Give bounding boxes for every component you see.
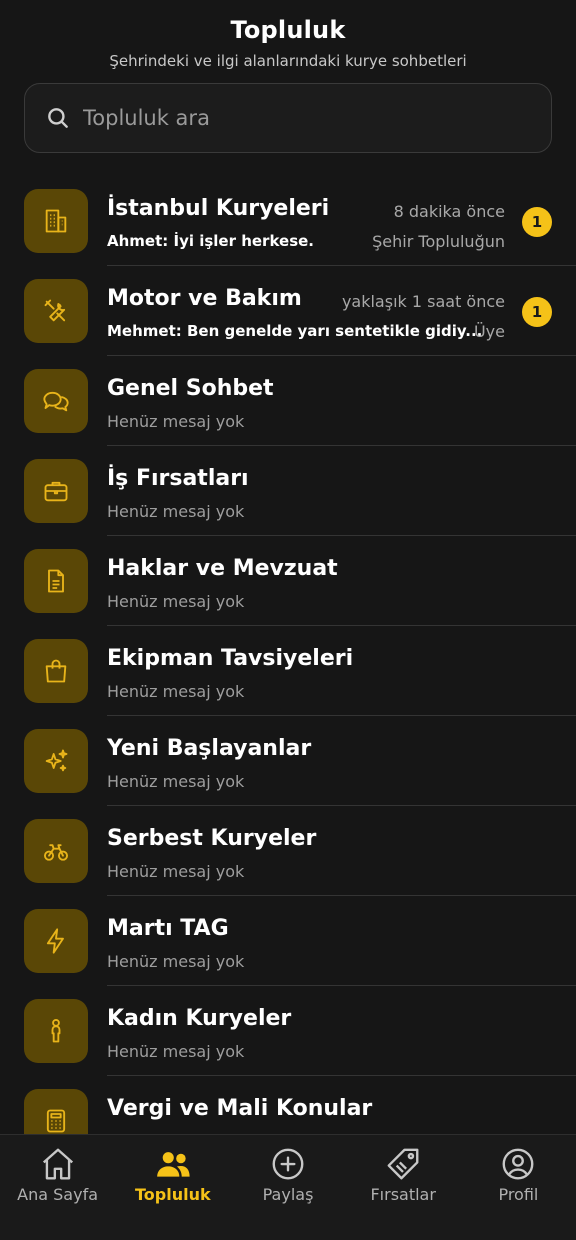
community-row[interactable]: Yeni Başlayanlar Henüz mesaj yok xyxy=(0,716,576,806)
community-row[interactable]: Martı TAG Henüz mesaj yok xyxy=(0,896,576,986)
bicycle-icon xyxy=(43,844,69,861)
profile-icon xyxy=(502,1148,534,1180)
community-avatar xyxy=(24,189,88,253)
document-icon xyxy=(48,569,64,593)
community-name: Kadın Kuryeler xyxy=(107,1006,292,1031)
community-avatar xyxy=(24,639,88,703)
last-message: Henüz mesaj yok xyxy=(107,502,245,521)
last-message: Henüz mesaj yok xyxy=(107,682,245,701)
community-avatar xyxy=(24,729,88,793)
last-message: Mehmet: Ben genelde yarı sentetikle gidi… xyxy=(107,322,483,340)
last-message: Henüz mesaj yok xyxy=(107,412,245,431)
community-name: Vergi ve Mali Konular xyxy=(107,1096,373,1121)
tab-label: Ana Sayfa xyxy=(17,1185,99,1204)
tab-label: Paylaş xyxy=(262,1185,314,1204)
community-avatar xyxy=(24,459,88,523)
sparkles-icon xyxy=(45,749,68,772)
community-name: İstanbul Kuryeleri xyxy=(107,196,330,221)
last-message: Henüz mesaj yok xyxy=(107,592,245,611)
last-message: Ahmet: İyi işler herkese. xyxy=(107,232,315,250)
tab-home[interactable]: Ana Sayfa xyxy=(0,1135,115,1240)
community-row[interactable]: İstanbul Kuryeleri Ahmet: İyi işler herk… xyxy=(0,176,576,266)
community-avatar xyxy=(24,549,88,613)
calculator-icon xyxy=(46,1109,66,1133)
page-title: Topluluk xyxy=(230,16,346,44)
community-avatar xyxy=(24,279,88,343)
community-name: Genel Sohbet xyxy=(107,376,274,401)
plus-circle-icon xyxy=(272,1148,304,1180)
community-name: İş Fırsatları xyxy=(107,466,249,491)
search-icon xyxy=(48,108,68,128)
membership-tag: Üye xyxy=(473,322,505,341)
community-row[interactable]: Motor ve Bakım Mehmet: Ben genelde yarı … xyxy=(0,266,576,356)
community-name: Serbest Kuryeler xyxy=(107,826,317,851)
header: Topluluk Şehrindeki ve ilgi alanlarındak… xyxy=(0,0,576,80)
community-avatar xyxy=(24,369,88,433)
community-avatar xyxy=(24,1089,88,1134)
building-icon xyxy=(45,209,67,233)
community-row[interactable]: Vergi ve Mali Konular xyxy=(0,1076,576,1134)
search-bar[interactable] xyxy=(24,83,552,153)
tab-label: Topluluk xyxy=(134,1185,211,1204)
lightning-icon xyxy=(46,928,64,954)
community-list: İstanbul Kuryeleri Ahmet: İyi işler herk… xyxy=(0,176,576,1134)
tag-icon xyxy=(387,1148,419,1180)
community-row[interactable]: Kadın Kuryeler Henüz mesaj yok xyxy=(0,986,576,1076)
tab-profile[interactable]: Profil xyxy=(461,1135,576,1240)
last-message: Henüz mesaj yok xyxy=(107,862,245,881)
community-row[interactable]: İş Fırsatları Henüz mesaj yok xyxy=(0,446,576,536)
last-message: Henüz mesaj yok xyxy=(107,772,245,791)
community-name: Motor ve Bakım xyxy=(107,286,302,311)
tab-share[interactable]: Paylaş xyxy=(230,1135,345,1240)
last-message: Henüz mesaj yok xyxy=(107,952,245,971)
last-message-time: 8 dakika önce xyxy=(393,202,505,221)
community-row[interactable]: Ekipman Tavsiyeleri Henüz mesaj yok xyxy=(0,626,576,716)
community-name: Ekipman Tavsiyeleri xyxy=(107,646,354,671)
community-row[interactable]: Genel Sohbet Henüz mesaj yok xyxy=(0,356,576,446)
last-message: Henüz mesaj yok xyxy=(107,1042,245,1061)
membership-tag: Şehir Topluluğun xyxy=(372,232,505,251)
shopping-bag-icon xyxy=(45,659,67,683)
community-row[interactable]: Haklar ve Mevzuat Henüz mesaj yok xyxy=(0,536,576,626)
tab-opportunities[interactable]: Fırsatlar xyxy=(346,1135,461,1240)
home-icon xyxy=(42,1148,73,1180)
briefcase-icon xyxy=(44,481,68,502)
last-message-time: yaklaşık 1 saat önce xyxy=(341,292,505,311)
page-subtitle: Şehrindeki ve ilgi alanlarındaki kurye s… xyxy=(109,52,467,70)
woman-icon xyxy=(51,1018,61,1043)
tab-community[interactable]: Topluluk xyxy=(115,1135,230,1240)
chat-icon xyxy=(43,391,69,412)
community-name: Yeni Başlayanlar xyxy=(107,736,312,761)
community-avatar xyxy=(24,999,88,1063)
tab-label: Fırsatlar xyxy=(370,1185,436,1204)
tools-icon xyxy=(44,299,66,322)
users-icon xyxy=(156,1152,190,1177)
community-avatar xyxy=(24,909,88,973)
unread-badge: 1 xyxy=(522,207,552,237)
community-avatar xyxy=(24,819,88,883)
tab-label: Profil xyxy=(498,1185,539,1204)
bottom-tab-bar: Ana Sayfa Topluluk Paylaş Fırsatlar Prof… xyxy=(0,1134,576,1240)
community-name: Martı TAG xyxy=(107,916,229,941)
community-row[interactable]: Serbest Kuryeler Henüz mesaj yok xyxy=(0,806,576,896)
search-input[interactable] xyxy=(83,106,551,130)
unread-badge: 1 xyxy=(522,297,552,327)
community-name: Haklar ve Mevzuat xyxy=(107,556,338,581)
